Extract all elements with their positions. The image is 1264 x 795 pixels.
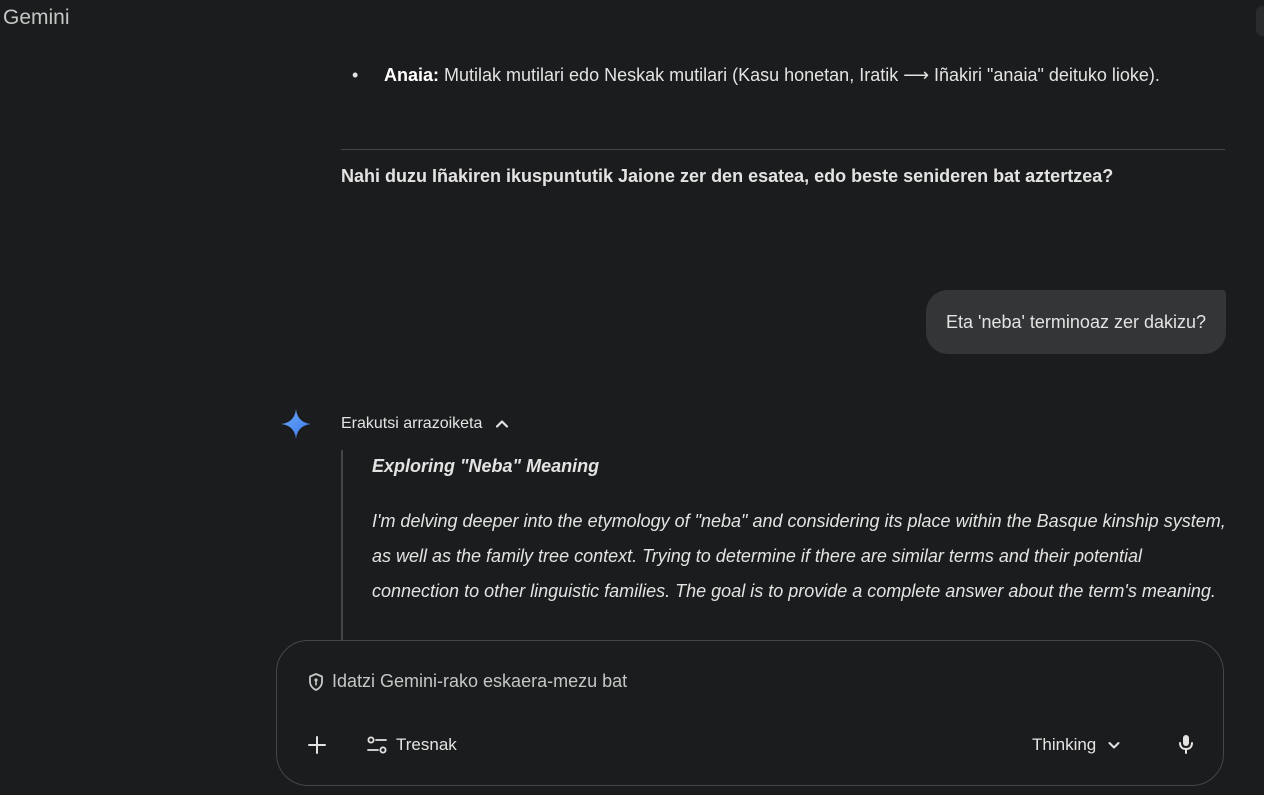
show-thoughts-label: Erakutsi arrazoiketa <box>341 415 483 432</box>
divider <box>341 149 1225 150</box>
list-item-description: Mutilak mutilari edo Neskak mutilari (Ka… <box>439 65 1160 85</box>
gemini-spark-icon <box>281 409 311 439</box>
user-message-bubble: Eta 'neba' terminoaz zer dakizu? <box>925 290 1226 354</box>
chevron-up-icon <box>496 420 509 428</box>
plus-icon[interactable] <box>305 733 329 757</box>
thoughts-content: Exploring "Neba" Meaning I'm delving dee… <box>372 450 1228 609</box>
prompt-placeholder: Idatzi Gemini-rako eskaera-mezu bat <box>332 671 628 691</box>
shield-icon <box>309 672 323 691</box>
tools-button[interactable]: Tresnak <box>366 733 457 757</box>
prompt-input[interactable]: Idatzi Gemini-rako eskaera-mezu bat <box>306 671 627 692</box>
mode-label: Thinking <box>1032 735 1097 754</box>
scrollbar[interactable] <box>1256 6 1264 36</box>
model-mode-selector[interactable]: Thinking <box>1032 733 1122 757</box>
thought-title: Exploring "Neba" Meaning <box>372 456 600 476</box>
list-item-text: Anaia: Mutilak mutilari edo Neskak mutil… <box>384 58 1202 93</box>
list-item-term: Anaia: <box>384 65 440 85</box>
user-message-text: Eta 'neba' terminoaz zer dakizu? <box>945 311 1206 332</box>
follow-up-question: Nahi duzu Iñakiren ikuspuntutik Jaione z… <box>341 166 1114 186</box>
tools-label: Tresnak <box>396 735 457 754</box>
prompt-composer: Idatzi Gemini-rako eskaera-mezu bat Tres… <box>276 640 1224 786</box>
chevron-down-icon <box>1108 742 1120 749</box>
bullet-dot: • <box>352 65 359 85</box>
show-thoughts-toggle[interactable]: Erakutsi arrazoiketa <box>341 412 510 436</box>
app-title[interactable]: Gemini <box>3 6 70 30</box>
thought-body: I'm delving deeper into the etymology of… <box>372 511 1226 601</box>
thoughts-panel: Exploring "Neba" Meaning I'm delving dee… <box>341 450 1228 640</box>
tools-sliders-icon <box>367 736 387 754</box>
microphone-icon[interactable] <box>1174 732 1198 756</box>
list-item: • Anaia: Mutilak mutilari edo Neskak mut… <box>352 58 1202 93</box>
